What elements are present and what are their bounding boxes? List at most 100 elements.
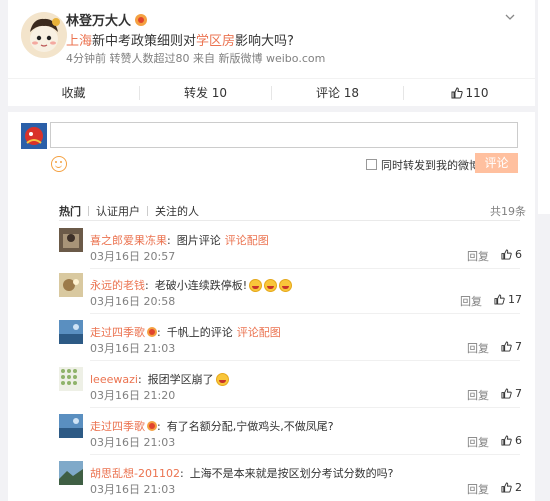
thumbs-up-icon: [501, 482, 512, 493]
post-action-bar: 收藏 转发 10 评论 18 110: [8, 78, 535, 106]
commenter-name[interactable]: 永远的老钱: [90, 279, 145, 292]
reply-button[interactable]: 回复: [467, 481, 489, 497]
weibo-post-card: 林登万大人 上海新中考政策细则对学区房影响大吗? 4分钟前 转赞人数超过80 来…: [8, 0, 535, 501]
post-meta: 4分钟前 转赞人数超过80 来自 新版微博 weibo.com: [66, 52, 326, 65]
thumbs-up-icon: [501, 388, 512, 399]
comment-divider: [90, 360, 520, 361]
like-count: 7: [515, 387, 522, 400]
comment-like-button[interactable]: 17: [494, 293, 522, 306]
collect-label: 收藏: [61, 86, 86, 100]
comment-body: 走过四季歌: 千帆上的评论 评论配图: [90, 324, 281, 340]
tab-following[interactable]: 关注的人: [155, 203, 199, 219]
comment-date: 03月16日 20:58: [90, 295, 176, 308]
reply-button[interactable]: 回复: [467, 340, 489, 356]
tab-verified[interactable]: 认证用户: [96, 203, 140, 219]
colon-separator: :: [167, 234, 171, 247]
topic-link-shanghai[interactable]: 上海: [66, 34, 92, 49]
vip-badge-icon: [147, 421, 157, 431]
commenter-avatar[interactable]: [59, 367, 83, 391]
commenter-avatar[interactable]: [59, 273, 83, 297]
post-text-part: 新中考政策细则对: [92, 34, 197, 49]
collect-button[interactable]: 收藏: [8, 79, 139, 106]
commenter-avatar[interactable]: [59, 228, 83, 252]
thumbs-up-icon: [494, 294, 505, 305]
thumbs-up-icon: [501, 249, 512, 260]
comment-like-button[interactable]: 6: [501, 434, 522, 447]
comment-body: 胡思乱想-201102: 上海不是本来就是按区划分考试分数的吗?: [90, 465, 394, 481]
author-name[interactable]: 林登万大人: [66, 10, 148, 29]
like-count: 2: [515, 481, 522, 494]
colon-separator: :: [137, 373, 142, 386]
commenter-name[interactable]: 胡思乱想-201102: [90, 467, 180, 480]
post-text-part: 影响大吗?: [235, 34, 294, 49]
comment-date: 03月16日 21:03: [90, 436, 176, 449]
comment-divider: [90, 454, 520, 455]
comment-button[interactable]: 评论 18: [272, 79, 403, 106]
section-divider: [8, 106, 535, 112]
comment-date: 03月16日 21:03: [90, 342, 176, 355]
chevron-down-icon[interactable]: [505, 12, 515, 22]
comment-image-link[interactable]: 评论配图: [237, 326, 281, 339]
comment-divider: [90, 313, 520, 314]
author-avatar[interactable]: [21, 12, 67, 58]
comment-like-button[interactable]: 7: [501, 340, 522, 353]
topic-link-xuequfang[interactable]: 学区房: [196, 34, 235, 49]
reply-button[interactable]: 回复: [460, 293, 482, 309]
commenter-avatar[interactable]: [59, 414, 83, 438]
vip-badge-icon: [135, 14, 148, 26]
comment-body: 永远的老钱: 老破小连续跌停板!: [90, 277, 293, 293]
author-name-text[interactable]: 林登万大人: [66, 14, 131, 29]
commenter-name[interactable]: 走过四季歌: [90, 326, 145, 339]
comment-date: 03月16日 21:20: [90, 389, 176, 402]
sidebar-edge: [538, 0, 550, 214]
comment-like-button[interactable]: 7: [501, 387, 522, 400]
comment-divider: [90, 268, 520, 269]
commenter-avatar[interactable]: [59, 461, 83, 485]
laughing-emoji-icon: [249, 279, 263, 292]
like-button[interactable]: 110: [404, 79, 535, 106]
comment-body: leeewazi: 报团学区崩了: [90, 371, 229, 387]
repost-label: 转发 10: [183, 86, 228, 100]
comment-label: 评论 18: [315, 86, 360, 100]
like-count: 110: [465, 85, 489, 100]
comment-input[interactable]: [50, 122, 518, 148]
comment-text: 老破小连续跌停板!: [154, 279, 248, 292]
colon-separator: :: [179, 467, 184, 480]
comment-image-link[interactable]: 评论配图: [225, 234, 269, 247]
commenter-name[interactable]: 走过四季歌: [90, 420, 145, 433]
vip-badge-icon: [147, 327, 157, 337]
like-count: 17: [508, 293, 522, 306]
repost-button[interactable]: 转发 10: [140, 79, 271, 106]
commenter-avatar[interactable]: [59, 320, 83, 344]
colon-separator: :: [145, 279, 149, 292]
submit-comment-button[interactable]: 评论: [475, 153, 518, 173]
tab-divider: [147, 206, 148, 216]
forward-checkbox[interactable]: [366, 159, 377, 170]
thumbs-up-icon: [501, 435, 512, 446]
post-text: 上海新中考政策细则对学区房影响大吗?: [66, 30, 294, 49]
comment-filter-tabs: 热门 认证用户 关注的人: [59, 203, 199, 219]
commenter-name[interactable]: leeewazi: [90, 373, 138, 386]
reply-button[interactable]: 回复: [467, 387, 489, 403]
comment-body: 喜之郎爱果冻果: 图片评论 评论配图: [90, 232, 269, 248]
reply-button[interactable]: 回复: [467, 434, 489, 450]
like-count: 7: [515, 340, 522, 353]
commenter-name[interactable]: 喜之郎爱果冻果: [90, 234, 167, 247]
comment-divider: [90, 407, 520, 408]
comment-like-button[interactable]: 6: [501, 248, 522, 261]
laughing-emoji-icon: [279, 279, 293, 292]
smiley-icon[interactable]: [51, 156, 67, 172]
comment-body: 走过四季歌: 有了名额分配,宁做鸡头,不做凤尾?: [90, 418, 334, 434]
reply-button[interactable]: 回复: [467, 248, 489, 264]
comment-date: 03月16日 21:03: [90, 483, 176, 496]
thumbs-up-icon: [451, 86, 463, 98]
forward-label[interactable]: 同时转发到我的微博: [381, 157, 480, 173]
like-count: 6: [515, 434, 522, 447]
comment-like-button[interactable]: 2: [501, 481, 522, 494]
comment-total: 共19条: [490, 205, 526, 218]
tab-hot[interactable]: 热门: [59, 203, 81, 219]
laughing-emoji-icon: [264, 279, 278, 292]
laughing-emoji-icon: [215, 373, 229, 386]
comment-text: 上海不是本来就是按区划分考试分数的吗?: [189, 467, 394, 480]
comment-text: 报团学区崩了: [147, 373, 214, 386]
